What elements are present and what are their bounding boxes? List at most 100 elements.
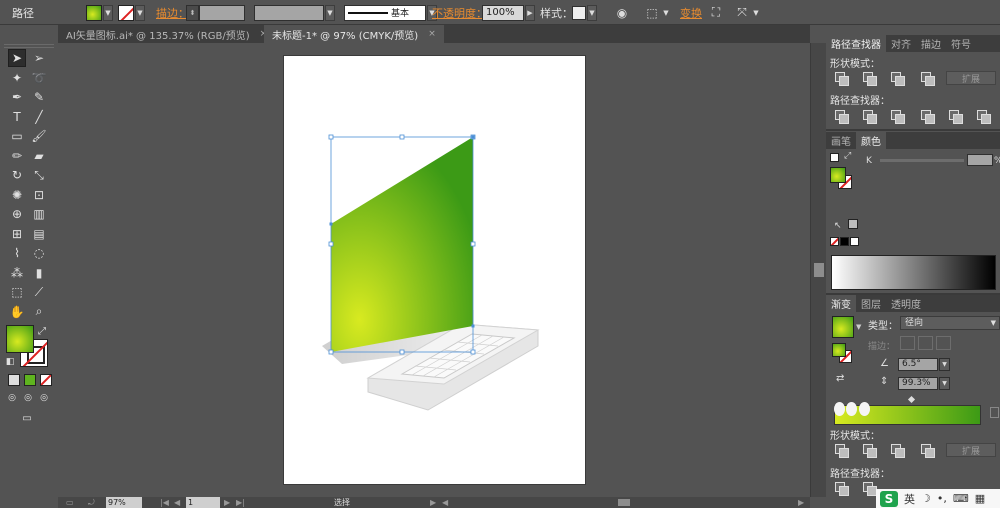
reverse-gradient-icon[interactable]: ⇄ xyxy=(836,373,844,384)
gradient-midpoint[interactable] xyxy=(907,395,916,404)
variable-width-dropdown[interactable]: ▼ xyxy=(254,0,335,25)
expand-button[interactable]: 扩展 xyxy=(946,443,996,457)
next-artboard-icon[interactable]: ▶ xyxy=(224,497,230,508)
canvas-area[interactable] xyxy=(58,43,810,497)
grayscale-spectrum[interactable] xyxy=(831,255,996,290)
white-swatch[interactable] xyxy=(850,237,859,246)
minus-front-icon[interactable] xyxy=(862,71,877,86)
pen-icon[interactable]: ✒ xyxy=(8,88,26,106)
isolate-icon[interactable]: ⛶ xyxy=(708,5,724,21)
artboard-number-field[interactable]: 1 xyxy=(186,497,220,508)
unite-icon[interactable] xyxy=(834,443,849,458)
tab-gradient[interactable]: 渐变 xyxy=(826,295,856,312)
fill-color-box[interactable] xyxy=(6,325,34,353)
line-icon[interactable]: ╱ xyxy=(30,108,48,126)
tab-symbols[interactable]: 符号 xyxy=(946,35,976,52)
opacity-control[interactable]: 100% ▶ xyxy=(482,0,535,25)
black-swatch[interactable] xyxy=(840,237,849,246)
chevron-down-icon[interactable]: ▼ xyxy=(751,5,761,21)
ime-toolbar[interactable]: S 英 ☽ •, ⌨ ▦ xyxy=(876,489,1000,508)
ime-language[interactable]: 英 xyxy=(904,491,915,507)
stroke-along-icon[interactable] xyxy=(918,336,933,350)
k-channel-input[interactable] xyxy=(967,154,993,166)
minus-front-icon[interactable] xyxy=(862,443,877,458)
chevron-down-icon[interactable]: ▼ xyxy=(856,323,861,331)
isolate-button[interactable]: ⛶ xyxy=(708,0,724,25)
crop-icon[interactable] xyxy=(920,109,935,124)
swap-fill-stroke-icon[interactable]: ⤢ xyxy=(36,325,48,337)
align-icon[interactable]: ⬚ xyxy=(644,5,660,21)
default-colors-icon[interactable]: ◧ xyxy=(4,356,16,368)
chevron-right-icon[interactable]: ▶ xyxy=(525,4,535,21)
tab-transparency[interactable]: 透明度 xyxy=(886,295,926,312)
direct-selection-icon[interactable]: ➢ xyxy=(30,49,48,67)
curvature-icon[interactable]: ✎ xyxy=(30,88,48,106)
rotate-icon[interactable]: ↻ xyxy=(8,166,26,184)
swap-fill-stroke-icon[interactable]: ⤢ xyxy=(844,151,851,161)
intersect-icon[interactable] xyxy=(890,443,905,458)
style-swatch[interactable] xyxy=(572,5,586,20)
pencil-icon[interactable]: ✏ xyxy=(8,147,26,165)
style-dropdown[interactable]: ▼ xyxy=(572,0,597,25)
selection-arrow-icon[interactable]: ➤ xyxy=(8,49,26,67)
stroke-within-icon[interactable] xyxy=(900,336,915,350)
chevron-down-icon[interactable]: ▼ xyxy=(587,4,597,21)
tab-color[interactable]: 颜色 xyxy=(856,132,886,149)
gradient-stop[interactable] xyxy=(846,402,857,416)
magic-wand-icon[interactable]: ✦ xyxy=(8,69,26,87)
column-graph-icon[interactable]: ▮ xyxy=(30,264,48,282)
unite-icon[interactable] xyxy=(834,71,849,86)
eraser-icon[interactable]: ▰ xyxy=(30,147,48,165)
chevron-down-icon[interactable]: ▼ xyxy=(325,4,335,21)
stroke-across-icon[interactable] xyxy=(936,336,951,350)
first-artboard-icon[interactable]: |◀ xyxy=(160,497,169,508)
gradient-stop[interactable] xyxy=(859,402,870,416)
vertical-scrollbar[interactable] xyxy=(810,43,826,497)
keyboard-icon[interactable]: ⌨ xyxy=(953,492,969,505)
tab-brushes[interactable]: 画笔 xyxy=(826,132,856,149)
variable-width-field[interactable] xyxy=(254,4,324,21)
sogou-logo-icon[interactable]: S xyxy=(880,490,898,507)
gradient-type-select[interactable]: 径向 ▼ xyxy=(900,316,1000,330)
status-menu-icon[interactable]: ▶ xyxy=(430,497,436,508)
exclude-icon[interactable] xyxy=(920,71,935,86)
recolor-icon[interactable]: ◉ xyxy=(614,5,630,21)
zoom-field[interactable]: 97% xyxy=(106,497,142,508)
divide-icon[interactable] xyxy=(834,109,849,124)
artboard-icon[interactable]: ⬚ xyxy=(8,283,26,301)
expand-button[interactable]: 扩展 xyxy=(946,71,996,85)
tab-layers[interactable]: 图层 xyxy=(856,295,886,312)
align-dropdown[interactable]: ⬚ ▼ xyxy=(644,0,671,25)
punctuation-icon[interactable]: •, xyxy=(937,492,947,505)
skin-icon[interactable]: ▦ xyxy=(975,492,985,505)
transform-options-button[interactable]: ⤧ ▼ xyxy=(734,0,761,25)
rectangle-icon[interactable]: ▭ xyxy=(8,127,26,145)
tab-stroke[interactable]: 描边 xyxy=(916,35,946,52)
toolbar-grip[interactable] xyxy=(4,44,54,48)
shape-builder-icon[interactable]: ⊕ xyxy=(8,205,26,223)
tab-pathfinder[interactable]: 路径查找器 xyxy=(826,35,886,52)
gradient-mode-icon[interactable] xyxy=(24,374,36,386)
gradient-stop[interactable] xyxy=(834,402,845,416)
vertical-scroll-thumb[interactable] xyxy=(814,263,824,277)
scale-icon[interactable]: ⤡ xyxy=(30,166,48,184)
fill-swatch[interactable] xyxy=(86,4,102,21)
gradient-fill-swatch[interactable] xyxy=(832,343,846,357)
trim-icon[interactable] xyxy=(862,481,877,496)
transform-options-icon[interactable]: ⤧ xyxy=(734,5,750,21)
current-tool-label[interactable]: 选择 xyxy=(334,497,350,508)
draw-normal-icon[interactable]: ◎ xyxy=(6,392,18,404)
scroll-left-icon[interactable]: ◀ xyxy=(442,497,448,508)
chevron-down-icon[interactable]: ▼ xyxy=(939,358,950,371)
exclude-icon[interactable] xyxy=(920,443,935,458)
transform-link[interactable]: 变换 xyxy=(680,0,702,25)
gradient-preview-swatch[interactable] xyxy=(832,316,854,338)
fill-swatch-control[interactable]: ▼ xyxy=(86,0,113,25)
delete-stop-icon[interactable] xyxy=(990,407,999,418)
screen-mode-icon[interactable]: ▭ xyxy=(18,412,36,424)
type-icon[interactable]: T xyxy=(8,108,26,126)
tab-align[interactable]: 对齐 xyxy=(886,35,916,52)
color-mode-icon[interactable] xyxy=(8,374,20,386)
artboard-nav-icon[interactable]: ▭ xyxy=(66,497,74,508)
k-channel-slider[interactable] xyxy=(880,159,964,162)
